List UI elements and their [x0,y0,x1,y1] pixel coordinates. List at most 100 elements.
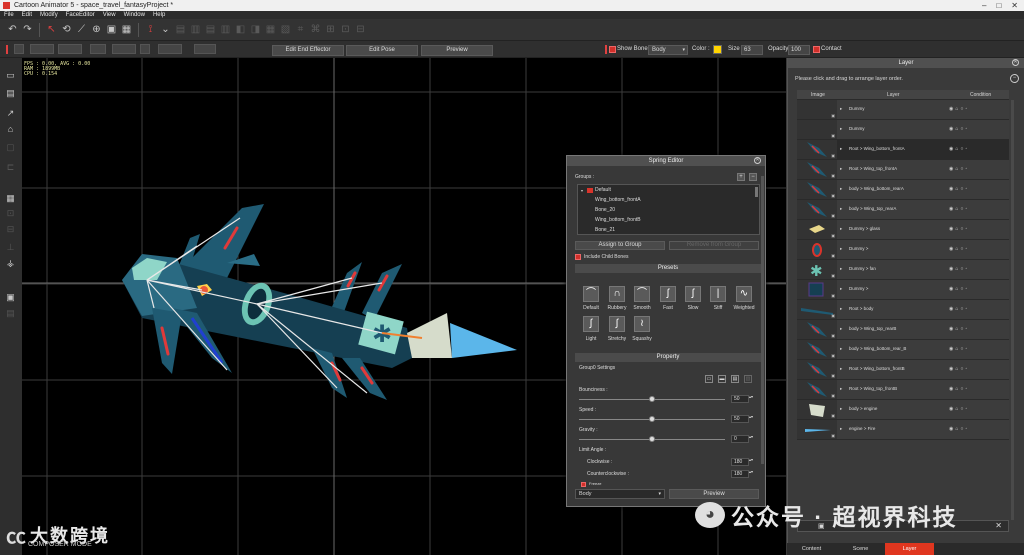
zoom-tool-icon[interactable]: ⊕ [90,23,103,36]
preview-button[interactable]: Preview [421,45,493,56]
minimize-icon[interactable]: – [982,1,986,10]
align-left-icon[interactable]: ▤ [174,23,187,36]
lock-icon[interactable]: ⊟ [354,23,367,36]
preset-squashy-button[interactable]: ≀ [634,316,650,332]
layer-row[interactable]: ▣ ▸ Root > Wing_top_frontA ◉⌂○◦ [797,160,1009,180]
align-right-icon[interactable]: ▤ [204,23,217,36]
layer-row[interactable]: ▣ ▸ body > Wing_bottom_rearA ◉⌂○◦ [797,180,1009,200]
solo-icon[interactable]: ◦ [965,166,969,172]
layer-row[interactable]: ▣ ▸ body > Wing_top_rearA ◉⌂○◦ [797,200,1009,220]
solo-icon[interactable]: ◦ [965,266,969,272]
align-center-icon[interactable]: ▥ [189,23,202,36]
unlink-icon[interactable]: ⌘ [309,23,322,36]
layer-lock-icon[interactable]: ▣ [831,373,835,378]
group-icon[interactable]: ▦ [264,23,277,36]
group-item[interactable]: Bone_21 [578,225,759,234]
undo-icon[interactable]: ↶ [6,23,19,36]
home-icon[interactable]: ⌂ [5,124,16,135]
mode-box[interactable] [14,44,24,54]
layer-scrollbar[interactable] [1011,100,1014,520]
tab-content[interactable]: Content [787,543,836,555]
bounciness-stepper-icon[interactable]: ▴▾ [749,394,753,399]
layer-lock-icon[interactable]: ▣ [831,333,835,338]
include-child-bones-checkbox[interactable] [575,254,581,260]
scale-x-field[interactable] [112,44,136,54]
spring-editor-scrollbar[interactable] [761,176,764,464]
tab-scene[interactable]: Scene [836,543,885,555]
preset-smooth-button[interactable]: ⌒ [634,286,650,302]
speed-stepper-icon[interactable]: ▴▾ [749,414,753,419]
solo-icon[interactable]: ◦ [965,106,969,112]
expand-arrow-icon[interactable]: ▸ [840,246,842,252]
solo-icon[interactable]: ◦ [965,366,969,372]
layer-row[interactable]: ▣ ▸ body > engine ◉⌂○◦ [797,400,1009,420]
expand-arrow-icon[interactable]: ▾ [581,188,583,193]
spring-mode-select[interactable]: Body ▾ [575,489,665,499]
layer-lock-icon[interactable]: ▣ [831,353,835,358]
render-icon[interactable]: ▣ [5,292,16,303]
wing-bottom-front-b[interactable] [152,308,182,374]
layer-row[interactable]: ▣ ▸ body > Wing_top_rearB ◉⌂○◦ [797,320,1009,340]
group-item[interactable]: Default [578,185,759,195]
group-item[interactable]: Wing_bottom_frontA [578,195,759,205]
remove-from-group-button[interactable]: Remove from Group [669,241,759,250]
layer-lock-icon[interactable]: ▣ [831,313,835,318]
expand-arrow-icon[interactable]: ▸ [840,166,842,172]
scene-icon[interactable]: ▭ [5,70,16,81]
timeline-icon[interactable]: ▤ [5,88,16,99]
expand-arrow-icon[interactable]: ▸ [840,146,842,152]
layer-lock-icon[interactable]: ▣ [831,413,835,418]
layer-row[interactable]: ▣ ▸ Root > Wing_bottom_frontB ◉⌂○◦ [797,360,1009,380]
ruler-icon[interactable]: ⊟ [5,224,16,235]
solo-icon[interactable]: ◦ [965,386,969,392]
add-group-icon[interactable]: + [737,173,745,181]
solo-icon[interactable]: ◦ [965,206,969,212]
grid-icon[interactable]: ⊞ [324,23,337,36]
bone-tool-icon[interactable]: ⟋ [75,23,88,36]
preset-stretchy-button[interactable]: ∫ [609,316,625,332]
expand-arrow-icon[interactable]: ▸ [840,386,842,392]
collapse-icon[interactable]: − [1010,74,1019,83]
ungroup-icon[interactable]: ▧ [279,23,292,36]
layer-row[interactable]: ▣ ▸ engine > Fire ◉⌂○◦ [797,420,1009,440]
pin-icon[interactable]: ⊥ [5,242,16,253]
expand-arrow-icon[interactable]: ▸ [840,106,842,112]
bounciness-slider-knob[interactable] [649,396,655,402]
layer-lock-icon[interactable]: ▣ [831,193,835,198]
rotation-field[interactable] [90,44,106,54]
expand-arrow-icon[interactable]: ▸ [840,326,842,332]
expand-arrow-icon[interactable]: ▸ [840,126,842,132]
solo-icon[interactable]: ◦ [965,406,969,412]
solo-icon[interactable]: ◦ [965,306,969,312]
speed-value[interactable]: 50 [731,415,749,423]
expand-arrow-icon[interactable]: ▸ [840,366,842,372]
expand-arrow-icon[interactable]: ▸ [840,346,842,352]
gravity-value[interactable]: 0 [731,435,749,443]
group-item[interactable]: Bone_20 [578,205,759,215]
solo-icon[interactable]: ◦ [965,226,969,232]
expand-arrow-icon[interactable]: ▸ [840,406,842,412]
menu-window[interactable]: Window [120,12,149,18]
copy-settings-icon[interactable]: ▤ [731,375,739,383]
solo-icon[interactable]: ◦ [965,146,969,152]
close-icon[interactable]: ✕ [754,157,761,164]
groups-list[interactable]: ▾ Default Wing_bottom_frontA Bone_20 Win… [577,184,760,235]
layer-lock-icon[interactable]: ▣ [831,173,835,178]
bounciness-value[interactable]: 50 [731,395,749,403]
layer-lock-icon[interactable]: ▣ [831,153,835,158]
presets-header[interactable]: Presets [575,264,761,273]
position-y-field[interactable] [58,44,82,54]
maximize-icon[interactable]: □ [996,1,1001,10]
menu-modify[interactable]: Modify [36,12,62,18]
flip-icon[interactable]: ⊡ [5,208,16,219]
distribute-icon[interactable]: ▥ [219,23,232,36]
freeze-checkbox[interactable] [581,482,586,487]
opacity-input[interactable]: 100 [788,45,810,55]
solo-icon[interactable]: ◦ [965,326,969,332]
assign-to-group-button[interactable]: Assign to Group [575,241,665,250]
expand-arrow-icon[interactable]: ▸ [840,206,842,212]
layer-row[interactable]: ▣ ▸ Dummy > ◉⌂○◦ [797,280,1009,300]
layer-row[interactable]: ▣ ▸ Dummy ◉⌂○◦ [797,120,1009,140]
transform-tool-icon[interactable]: ⟲ [60,23,73,36]
layer-lock-icon[interactable]: ▣ [831,233,835,238]
